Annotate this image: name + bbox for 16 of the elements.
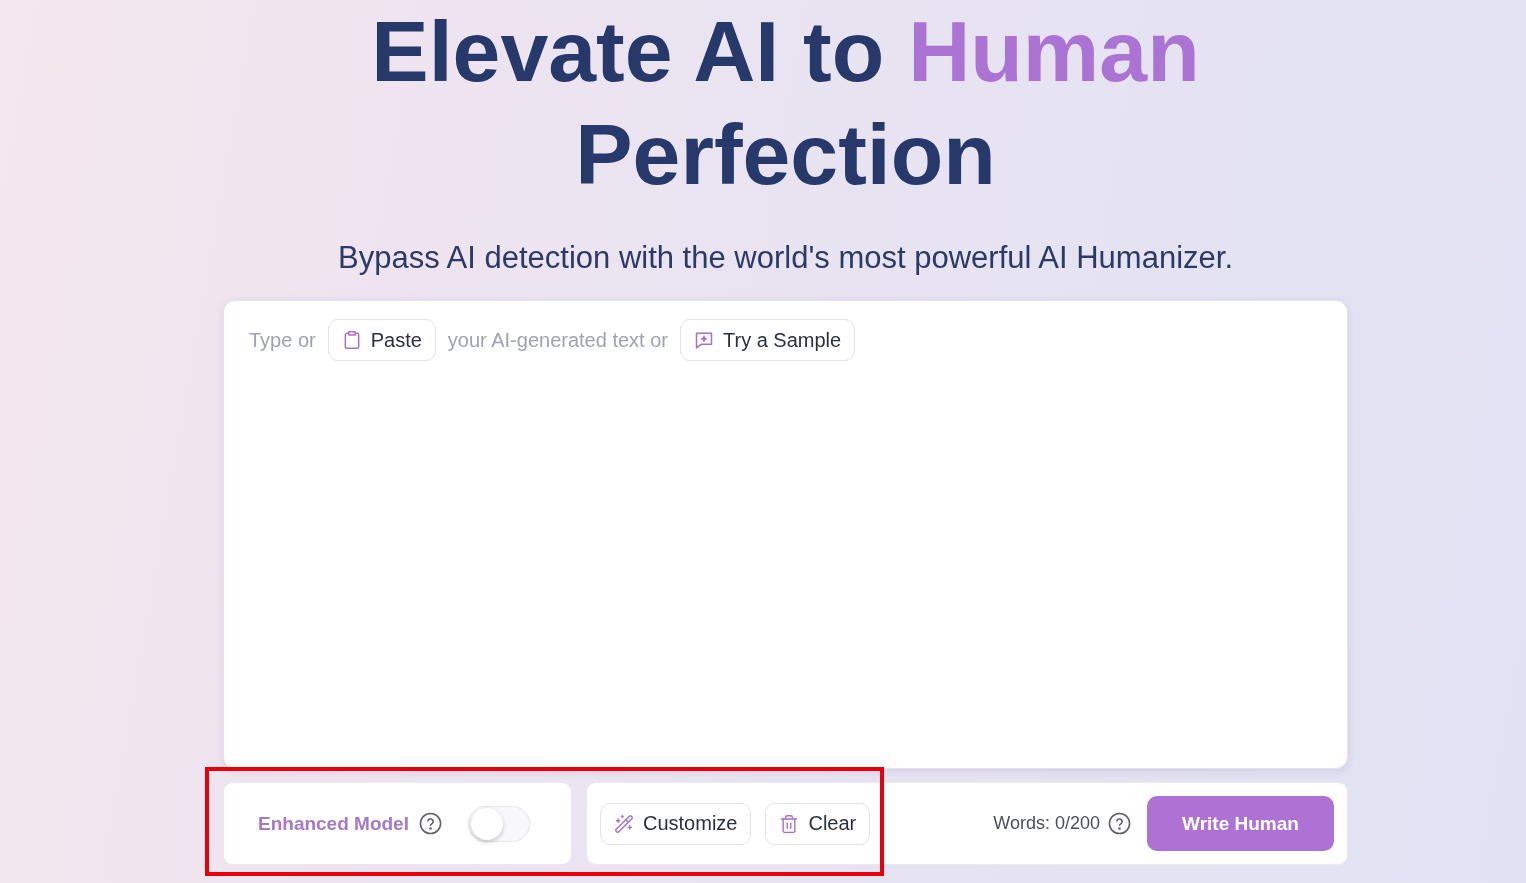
magic-wand-icon [614, 813, 634, 834]
help-icon[interactable] [418, 812, 442, 835]
hero-subtitle: Bypass AI detection with the world's most powerful AI Humanizer. [337, 239, 1234, 276]
paste-button[interactable]: Paste [327, 319, 436, 361]
clear-button[interactable]: Clear [765, 802, 871, 845]
speech-bubble-icon [694, 330, 714, 350]
enhanced-model-toggle[interactable] [467, 805, 530, 842]
enhanced-model-label: Enhanced Model [258, 812, 409, 835]
try-sample-button[interactable]: Try a Sample [680, 319, 856, 361]
trash-icon [779, 813, 800, 834]
prompt-text: Type or [249, 328, 316, 352]
hero-title: Elevate AI to Human Perfection [370, 2, 1201, 204]
word-count: Words: 0/200 [993, 813, 1100, 834]
prompt-text: your AI-generated text or [447, 328, 668, 352]
customize-button[interactable]: Customize [600, 802, 752, 845]
help-icon[interactable] [1108, 812, 1131, 835]
